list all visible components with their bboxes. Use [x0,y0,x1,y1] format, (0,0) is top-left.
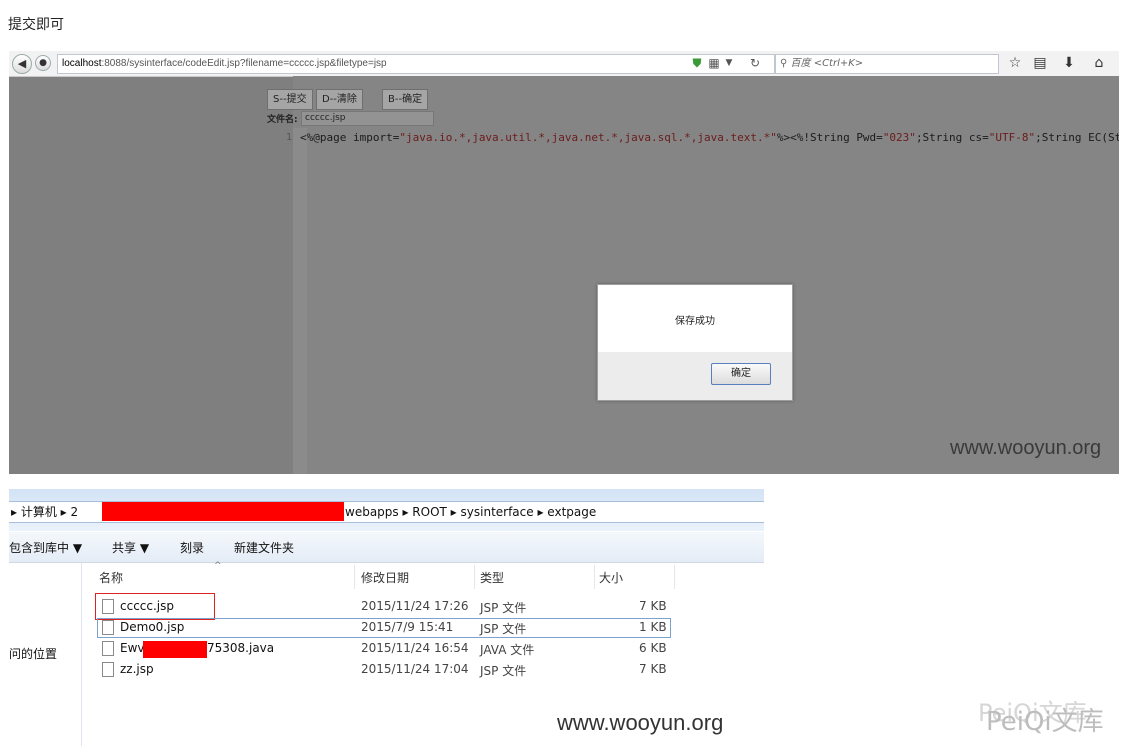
file-name-start[interactable]: Ewv [120,641,145,655]
code-line[interactable]: <%@page import="java.io.*,java.util.*,ja… [300,131,1119,144]
reload-icon[interactable]: ↻ [747,54,763,72]
reading-list-icon[interactable]: ▤ [1030,54,1050,72]
new-folder-button[interactable]: 新建文件夹 [234,539,294,556]
file-name-label: 文件名: [267,115,298,125]
qr-code-icon[interactable]: ▦ [706,54,722,72]
editor-gutter [293,128,307,474]
file-tab[interactable]: ccccc.jsp [301,111,434,126]
address-bar: ▸ 计算机 ▸ 2 webapps ▸ ROOT ▸ sysinterface … [9,489,764,531]
back-arrow-icon[interactable]: ◀ [12,54,32,74]
corner-watermark: PeiQi文库 [986,707,1104,737]
confirm-button[interactable]: B--确定 [382,89,429,110]
dropdown-arrow-icon[interactable]: ▼ [721,54,737,72]
home-icon[interactable]: ⌂ [1089,54,1109,72]
column-separator [474,565,475,589]
file-date: 2015/11/24 16:54 [361,641,469,655]
shield-icon[interactable]: ⛊ [689,54,705,72]
file-tab-label: ccccc.jsp [305,113,346,123]
code-mid-1: %><%!String Pwd= [776,131,883,144]
redaction-block [102,502,344,521]
command-bar: 包含到库中 ▼ 共享 ▼ 刻录 新建文件夹 [9,532,764,563]
file-type: JSP 文件 [480,601,527,615]
explorer-screenshot: ▸ 计算机 ▸ 2 webapps ▸ ROOT ▸ sysinterface … [9,489,764,746]
include-in-library-menu[interactable]: 包含到库中 ▼ [9,539,82,556]
browser-toolbar: ◀ ● localhost:8088/sysinterface/codeEdit… [9,51,1119,77]
url-path: :8088/sysinterface/codeEdit.jsp?filename… [101,58,387,69]
column-separator [354,565,355,589]
column-header-size[interactable]: 大小 [599,569,623,586]
file-size: 7 KB [639,599,667,613]
red-highlight-box [95,593,215,620]
download-icon[interactable]: ⬇ [1059,54,1079,72]
file-name[interactable]: zz.jsp [120,662,154,676]
breadcrumb-end: webapps ▸ ROOT ▸ sysinterface ▸ extpage [345,505,597,519]
file-date: 2015/11/24 17:04 [361,662,469,676]
submit-button[interactable]: S--提交 [267,89,313,110]
focused-row-outline [97,618,671,638]
code-end: ;String EC(St [1035,131,1119,144]
navigation-pane: 问的位置 [9,563,82,746]
line-number: 1 [286,132,293,143]
file-name-end[interactable]: 75308.java [207,641,274,655]
search-placeholder: 百度 <Ctrl+K> [790,58,864,69]
share-menu[interactable]: 共享 ▼ [112,539,149,556]
url-bar[interactable]: localhost:8088/sysinterface/codeEdit.jsp… [57,54,775,74]
file-type: JSP 文件 [480,664,527,678]
file-icon [102,662,114,677]
redaction-block [143,641,207,658]
browser-screenshot: ◀ ● localhost:8088/sysinterface/codeEdit… [9,51,1119,474]
save-success-dialog: 保存成功 确定 [597,284,793,401]
url-host: localhost [62,58,102,69]
file-icon [102,641,114,656]
breadcrumb-start: ▸ 计算机 ▸ 2 [11,505,79,519]
clear-button[interactable]: D--清除 [316,89,363,110]
sort-arrow-icon: ^ [214,561,222,571]
code-mid-2: ;String cs= [915,131,989,144]
column-separator [594,565,595,589]
file-size: 7 KB [639,662,667,676]
column-header-name[interactable]: 名称 [99,569,123,586]
code-cs-string: "UTF-8" [988,131,1036,144]
dialog-ok-button[interactable]: 确定 [711,363,771,385]
watermark: www.wooyun.org [950,437,1102,459]
search-input[interactable]: ⚲ 百度 <Ctrl+K> [775,54,999,74]
code-import-string: "java.io.*,java.util.*,java.net.*,java.s… [399,131,777,144]
watermark: www.wooyun.org [557,710,724,735]
column-header-date[interactable]: 修改日期 [361,569,409,586]
code-pwd-string: "023" [882,131,916,144]
code-prefix: <%@page import= [300,131,400,144]
file-type: JAVA 文件 [480,643,535,657]
nav-item-location[interactable]: 问的位置 [9,645,57,662]
file-date: 2015/11/24 17:26 [361,599,469,613]
post-heading: 提交即可 [8,17,64,33]
search-icon: ⚲ [780,58,788,69]
site-info-icon[interactable]: ● [35,55,51,71]
column-separator [674,565,675,589]
file-size: 6 KB [639,641,667,655]
burn-button[interactable]: 刻录 [180,539,204,556]
bookmark-star-icon[interactable]: ☆ [1005,54,1025,72]
dialog-message: 保存成功 [675,316,715,327]
column-header-type[interactable]: 类型 [480,569,504,586]
